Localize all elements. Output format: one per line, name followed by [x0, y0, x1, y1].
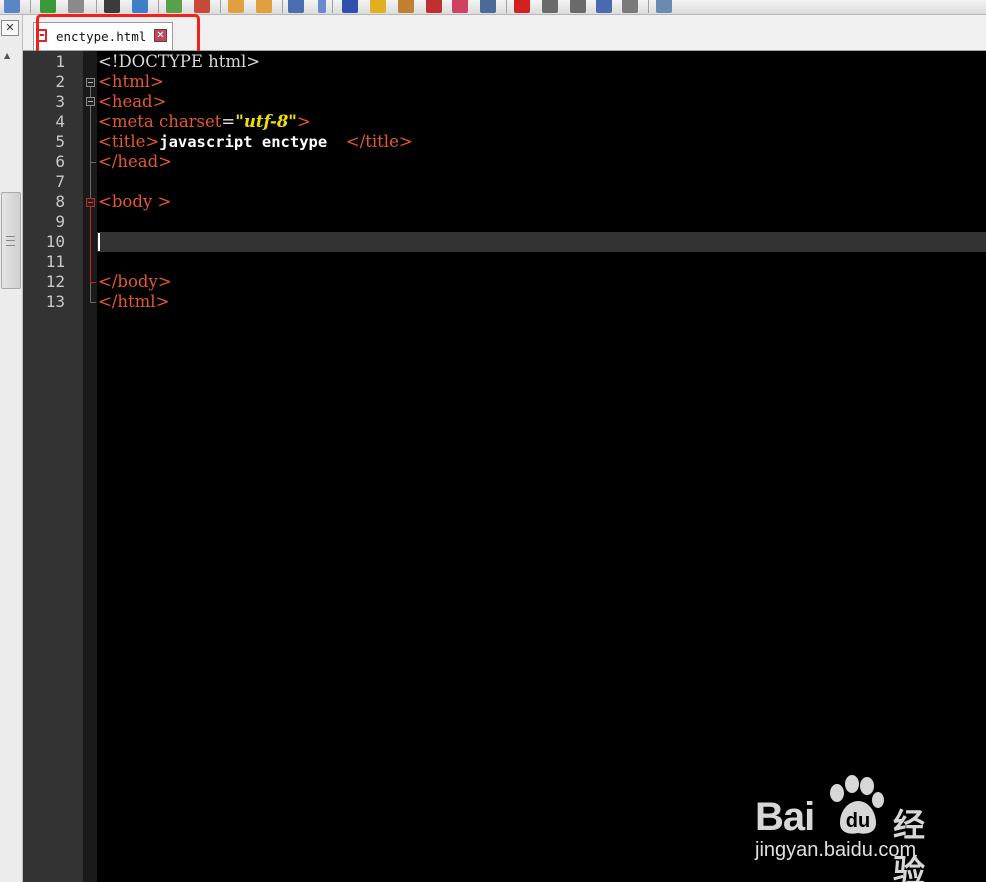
tag-token: <title>: [98, 132, 160, 151]
tag-token: </body>: [98, 272, 172, 291]
doctype-token: <!DOCTYPE html>: [98, 52, 261, 71]
wrap-icon[interactable]: [288, 0, 304, 13]
current-line-highlight: [97, 232, 986, 252]
indent-guide-icon[interactable]: [342, 0, 358, 13]
fold-guide-active: [90, 207, 91, 282]
line-number: 4: [55, 112, 65, 131]
scroll-up-icon[interactable]: ▲: [4, 51, 10, 60]
tab-enctype-html[interactable]: enctype.html ✕: [33, 22, 173, 50]
toolbar-separator: [282, 0, 283, 13]
preview-eye-icon[interactable]: [480, 0, 496, 13]
tab-bar: enctype.html ✕: [23, 15, 986, 51]
replace-icon[interactable]: [132, 0, 148, 13]
line-number: 6: [55, 152, 65, 171]
watermark-url: jingyan.baidu.com: [755, 839, 917, 861]
toolbar-separator: [158, 0, 159, 13]
line-number: 5: [55, 132, 65, 151]
tools-icon[interactable]: [426, 0, 442, 13]
code-line-12: </body>: [98, 272, 172, 292]
tag-token: <head>: [98, 92, 167, 111]
text-caret: [98, 233, 100, 251]
redo-icon[interactable]: [68, 0, 84, 13]
code-line-13: </html>: [98, 292, 169, 312]
tag-token: <meta: [98, 112, 159, 131]
string-token: "utf-8": [235, 112, 297, 131]
line-number: 3: [55, 92, 65, 111]
code-line-1: <!DOCTYPE html>: [98, 52, 260, 72]
tag-token: </head>: [98, 152, 173, 171]
play-icon[interactable]: [570, 0, 586, 13]
fold-end-html: [90, 302, 96, 303]
code-line-8: <body >: [98, 192, 171, 212]
tag-token: </html>: [98, 292, 170, 311]
whitespace-icon[interactable]: [318, 0, 326, 13]
line-number: 2: [55, 72, 65, 91]
line-number: 13: [45, 292, 65, 311]
zoom-in-icon[interactable]: [166, 0, 182, 13]
macro-icon[interactable]: [370, 0, 386, 13]
line-number: 7: [55, 172, 65, 191]
copy-icon[interactable]: [228, 0, 244, 13]
fold-toggle-head[interactable]: [86, 97, 95, 106]
toolbar-separator: [220, 0, 221, 13]
line-number: 1: [55, 52, 65, 71]
tag-token: <html>: [98, 72, 164, 91]
text-token: javascript enctype: [159, 133, 346, 151]
line-number: 11: [45, 252, 65, 271]
toolbar-separator: [96, 0, 97, 13]
code-line-4: <meta charset="utf-8">: [98, 112, 311, 132]
fold-guide: [90, 87, 91, 97]
panel-icon[interactable]: [452, 0, 468, 13]
code-line-5: <title>javascript enctype </title>: [98, 132, 413, 152]
close-icon: ✕: [5, 21, 15, 34]
tag-token: </title>: [345, 132, 413, 151]
tag-token: <body >: [98, 192, 172, 211]
toolbar: [0, 0, 986, 15]
undo-icon[interactable]: [40, 0, 56, 13]
panel-scrollbar-thumb[interactable]: [1, 192, 21, 289]
paste-icon[interactable]: [256, 0, 272, 13]
editor-window: ✕ ▲ enctype.html ✕ 1 2 3 4 5 6 7 8 9 10 …: [0, 0, 986, 882]
code-line-2: <html>: [98, 72, 164, 92]
attribute-token: charset: [158, 112, 222, 131]
zoom-out-icon[interactable]: [194, 0, 210, 13]
code-line-3: <head>: [98, 92, 166, 112]
unsaved-file-icon: [37, 29, 47, 42]
line-number: 12: [45, 272, 65, 291]
fold-guide: [90, 283, 91, 302]
baidu-jingyan-watermark: du Bai 经验 jingyan.baidu.com: [755, 775, 955, 882]
find-icon[interactable]: [104, 0, 120, 13]
record-icon[interactable]: [514, 0, 530, 13]
line-number: 9: [55, 212, 65, 231]
fold-guide: [90, 162, 91, 198]
tag-token: >: [296, 112, 311, 131]
equals-token: =: [221, 112, 236, 131]
watermark-brand-latin: Bai: [755, 795, 815, 839]
line-number: 8: [55, 192, 65, 211]
tab-label: enctype.html: [56, 29, 147, 44]
code-line-6: </head>: [98, 152, 172, 172]
image-icon[interactable]: [398, 0, 414, 13]
baidu-paw-icon: du: [830, 775, 884, 834]
toolbar-separator: [648, 0, 649, 13]
svg-text:du: du: [846, 810, 870, 832]
toolbar-separator: [30, 0, 31, 13]
toolbar-separator: [506, 0, 507, 13]
stop-icon[interactable]: [542, 0, 558, 13]
fold-guide: [90, 106, 91, 162]
new-file-icon[interactable]: [4, 0, 20, 13]
run-icon[interactable]: [656, 0, 672, 13]
play-multiple-icon[interactable]: [596, 0, 612, 13]
fold-toggle-html[interactable]: [86, 78, 95, 87]
tab-close-button[interactable]: ✕: [154, 29, 167, 42]
save-macro-icon[interactable]: [622, 0, 638, 13]
line-number: 10: [45, 232, 65, 251]
grip-icon: [6, 236, 15, 246]
code-editor[interactable]: [97, 51, 986, 882]
toolbar-separator: [332, 0, 333, 13]
side-panel-strip: ✕ ▲: [0, 15, 23, 882]
fold-toggle-body[interactable]: [86, 198, 95, 207]
panel-close-button[interactable]: ✕: [1, 20, 19, 36]
